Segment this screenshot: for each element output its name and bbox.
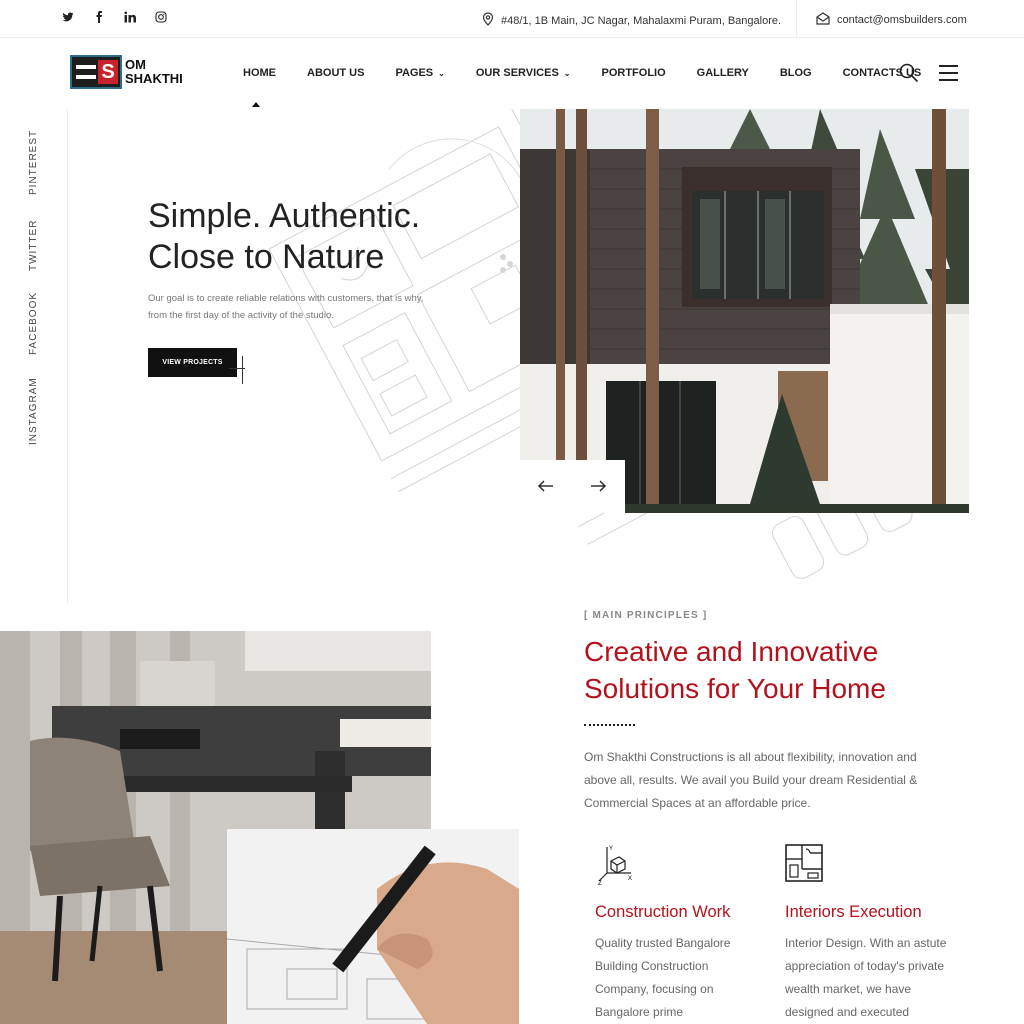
section-description: Om Shakthi Constructions is all about fl… xyxy=(584,750,918,810)
nav-our-services[interactable]: OUR SERVICES ⌄ xyxy=(476,67,571,79)
svg-text:X: X xyxy=(628,876,632,882)
section-tag: [ MAIN PRINCIPLES ] xyxy=(584,610,708,621)
svg-text:Y: Y xyxy=(609,846,613,852)
hero-house-image xyxy=(520,109,969,513)
dotted-divider xyxy=(584,724,635,726)
3d-axis-icon: Y X Z xyxy=(595,843,635,887)
side-link-twitter[interactable]: TWITTER xyxy=(28,220,39,271)
feature-title-construction: Construction Work xyxy=(595,903,731,921)
email[interactable]: contact@omsbuilders.com xyxy=(816,12,967,28)
chevron-down-icon: ⌄ xyxy=(438,69,445,78)
topbar-divider xyxy=(796,0,797,38)
address-text: #48/1, 1B Main, JC Nagar, Mahalaxmi Pura… xyxy=(501,14,782,27)
instagram-icon[interactable] xyxy=(155,11,167,25)
active-nav-indicator xyxy=(252,102,260,107)
social-links xyxy=(62,11,167,25)
nav-gallery[interactable]: GALLERY xyxy=(697,67,749,79)
side-link-facebook[interactable]: FACEBOOK xyxy=(28,292,39,355)
nav-home[interactable]: HOME xyxy=(243,67,276,79)
hero-title: Simple. Authentic. Close to Nature xyxy=(148,197,421,276)
section-title: Creative and Innovative Solutions for Yo… xyxy=(584,636,886,704)
top-bar: #48/1, 1B Main, JC Nagar, Mahalaxmi Pura… xyxy=(0,0,1024,38)
hand-drawing-image xyxy=(227,829,519,1024)
nav-about-us[interactable]: ABOUT US xyxy=(307,67,364,79)
logo[interactable]: S OM SHAKTHI xyxy=(70,55,183,89)
envelope-icon xyxy=(816,12,830,28)
linkedin-icon[interactable] xyxy=(124,11,136,25)
side-link-pinterest[interactable]: PINTEREST xyxy=(28,130,39,195)
feature-title-interiors: Interiors Execution xyxy=(785,903,922,921)
twitter-icon[interactable] xyxy=(62,11,74,25)
search-icon[interactable] xyxy=(899,63,919,83)
view-projects-button[interactable]: VIEW PROJECTS xyxy=(148,348,237,377)
nav-blog[interactable]: BLOG xyxy=(780,67,812,79)
logo-text: OM SHAKTHI xyxy=(125,57,183,86)
feature-text-construction: Quality trusted Bangalore Building Const… xyxy=(595,936,731,1019)
logo-mark-icon: S xyxy=(70,55,122,89)
chevron-down-icon: ⌄ xyxy=(563,69,571,78)
feature-text-interiors: Interior Design. With an astute apprecia… xyxy=(785,936,947,1019)
svg-text:Z: Z xyxy=(598,881,602,885)
main-nav: HOME ABOUT US PAGES ⌄ OUR SERVICES ⌄ PORTF… xyxy=(243,67,921,79)
main-header: S OM SHAKTHI HOME ABOUT US PAGES ⌄ OUR SE… xyxy=(0,39,1024,109)
location-pin-icon xyxy=(482,12,494,29)
nav-pages[interactable]: PAGES ⌄ xyxy=(395,67,444,79)
hero-subtitle: Our goal is to create reliable relations… xyxy=(148,293,424,321)
floorplan-icon xyxy=(784,843,824,885)
side-link-instagram[interactable]: INSTAGRAM xyxy=(28,377,39,445)
side-social-bar: PINTEREST TWITTER FACEBOOK INSTAGRAM xyxy=(0,109,68,604)
address: #48/1, 1B Main, JC Nagar, Mahalaxmi Pura… xyxy=(482,12,781,29)
button-decoration xyxy=(242,356,243,384)
nav-portfolio[interactable]: PORTFOLIO xyxy=(602,67,666,79)
email-text[interactable]: contact@omsbuilders.com xyxy=(837,14,967,26)
hamburger-menu-icon[interactable] xyxy=(939,65,958,81)
facebook-icon[interactable] xyxy=(93,11,105,25)
arrow-left-icon[interactable] xyxy=(536,476,556,496)
arrow-right-icon[interactable] xyxy=(588,476,608,496)
